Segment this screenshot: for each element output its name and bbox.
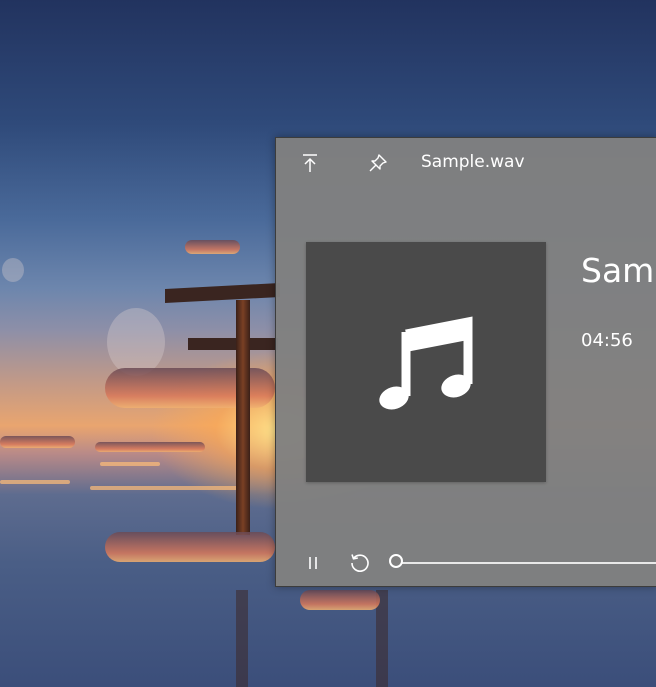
torii-post [236, 300, 250, 535]
cloud [0, 436, 75, 448]
cloud [95, 442, 205, 452]
light-streak [100, 462, 160, 466]
cloud [185, 240, 240, 254]
torii-top-beam [165, 282, 280, 304]
window-title: Sample.wav [421, 152, 525, 172]
torii-lower-beam [188, 338, 278, 350]
keep-on-top-button[interactable] [297, 150, 323, 176]
title-bar: Sample.wav [276, 138, 656, 188]
media-player-window: Sample.wav Sample 04:56 [275, 137, 656, 587]
cloud-reflection [300, 590, 380, 610]
cloud-reflection [105, 532, 275, 562]
replay-icon [351, 554, 369, 572]
light-orb [2, 258, 24, 282]
desktop-wallpaper: Sample.wav Sample 04:56 [0, 0, 656, 687]
seek-bar[interactable] [396, 562, 656, 564]
replay-button[interactable] [346, 550, 372, 576]
album-art [306, 242, 546, 482]
light-streak [0, 480, 70, 484]
light-streak [90, 486, 240, 490]
seek-thumb[interactable] [389, 554, 403, 568]
keep-on-top-icon [303, 154, 317, 172]
pin-icon [369, 154, 387, 172]
light-orb [107, 308, 165, 376]
track-duration: 04:56 [581, 330, 633, 351]
track-title: Sample [581, 251, 656, 290]
pin-button[interactable] [365, 150, 391, 176]
pause-icon [309, 557, 317, 569]
pause-button[interactable] [300, 550, 326, 576]
torii-reflection [236, 590, 248, 687]
music-note-icon [379, 316, 473, 410]
